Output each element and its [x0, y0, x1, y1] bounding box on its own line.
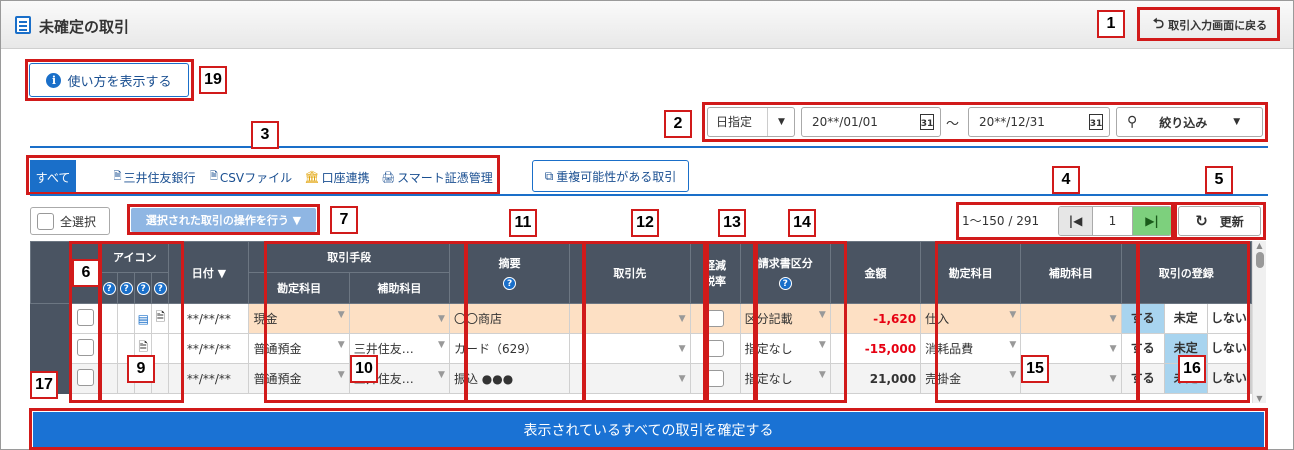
callout-number: 19 — [199, 66, 227, 94]
scroll-up-icon[interactable]: ▲ — [1253, 241, 1266, 250]
callout-number: 15 — [1021, 355, 1049, 383]
callout-number: 5 — [1205, 166, 1233, 194]
callout-number: 10 — [350, 355, 378, 383]
scroll-down-icon[interactable]: ▼ — [1253, 394, 1266, 403]
callout-box-2 — [702, 102, 1268, 142]
row-header — [29, 333, 72, 364]
checkbox[interactable] — [37, 212, 54, 230]
callout-number: 16 — [1178, 355, 1206, 383]
callout-number: 7 — [330, 206, 358, 234]
callout-number: 1 — [1097, 10, 1125, 38]
callout-number: 4 — [1052, 166, 1080, 194]
callout-box-5 — [1174, 202, 1266, 240]
scroll-thumb[interactable] — [1255, 252, 1264, 268]
select-all-label: 全選択 — [60, 214, 97, 229]
callout-box-14 — [755, 241, 847, 403]
callout-number: 14 — [788, 209, 816, 237]
section-divider — [30, 146, 1268, 148]
copy-icon: ⧉ — [544, 168, 554, 183]
callout-box-13 — [706, 241, 756, 403]
callout-box-12 — [583, 241, 706, 403]
document-list-icon — [15, 16, 31, 34]
callout-number: 3 — [251, 121, 279, 149]
callout-number: 2 — [664, 110, 692, 138]
page-title: 未確定の取引 — [39, 18, 130, 36]
callout-box-3 — [26, 155, 500, 195]
callout-box-4 — [956, 202, 1174, 240]
row-header — [29, 303, 72, 334]
callout-number: 6 — [72, 259, 100, 287]
callout-number: 17 — [30, 371, 58, 399]
select-all-checkbox[interactable]: 全選択 — [30, 207, 110, 235]
callout-number: 11 — [509, 209, 537, 237]
dup-label: 重複可能性がある取引 — [556, 169, 677, 184]
callout-number: 13 — [718, 209, 746, 237]
callout-box-7 — [127, 204, 320, 235]
tabs-divider — [30, 194, 1268, 196]
callout-number: 12 — [631, 209, 659, 237]
callout-number: 9 — [127, 355, 155, 383]
callout-box-1b — [1137, 7, 1280, 41]
callout-box-11 — [465, 241, 585, 403]
callout-box-17 — [29, 408, 1268, 450]
callout-box-19 — [25, 59, 194, 101]
row-header-corner — [29, 241, 72, 304]
table-scrollbar[interactable]: ▲ ▼ — [1252, 241, 1266, 403]
duplicate-transactions-button[interactable]: ⧉ 重複可能性がある取引 — [532, 160, 689, 192]
